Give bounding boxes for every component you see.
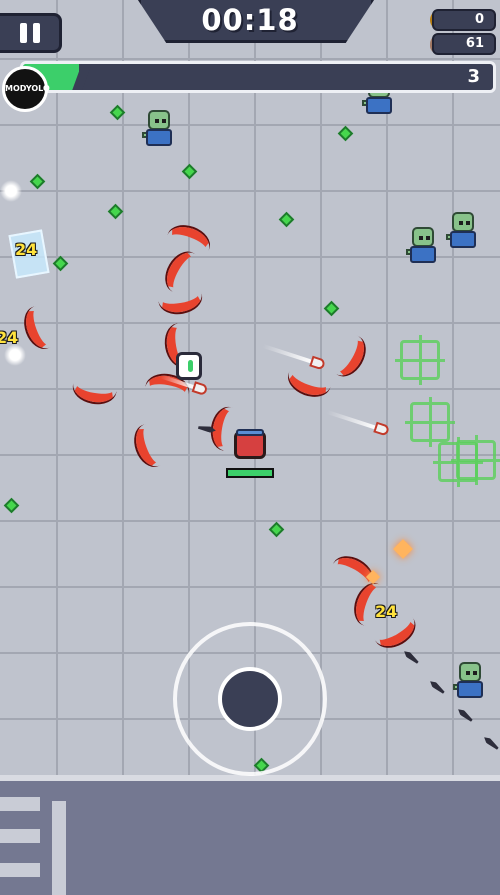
- pause-icon: [19, 23, 27, 43]
- target-reticle: [405, 397, 455, 447]
- player-character: [232, 425, 268, 461]
- pause-button[interactable]: [0, 13, 62, 53]
- target-reticle: [395, 335, 445, 385]
- damage-number: 24: [15, 240, 38, 259]
- watermark-badge: MODYOLO: [2, 66, 50, 112]
- player-health-bar: [226, 468, 274, 478]
- zombie-enemy: [406, 227, 436, 267]
- player-level: 3: [467, 66, 480, 87]
- kill-counter: 61: [432, 33, 496, 55]
- damage-number: 24: [375, 602, 398, 621]
- wall-stripe: [0, 829, 40, 843]
- hit-sparkle: [0, 180, 22, 202]
- wall-stripe: [0, 863, 40, 877]
- zombie-enemy: [142, 110, 172, 150]
- joystick-knob[interactable]: [218, 667, 282, 731]
- damage-number: 24: [0, 328, 19, 347]
- arena-wall: [0, 775, 500, 895]
- wall-stripe: [0, 797, 40, 811]
- zombie-enemy: [446, 212, 476, 252]
- zombie-enemy: [453, 662, 483, 702]
- game-timer: 00:18: [201, 3, 299, 37]
- xp-progress-bar: [20, 61, 496, 93]
- target-reticle: [451, 435, 500, 485]
- companion-drone: [176, 352, 202, 380]
- coin-counter: 0: [432, 9, 496, 31]
- hit-sparkle: [4, 344, 26, 366]
- wall-post: [52, 801, 66, 895]
